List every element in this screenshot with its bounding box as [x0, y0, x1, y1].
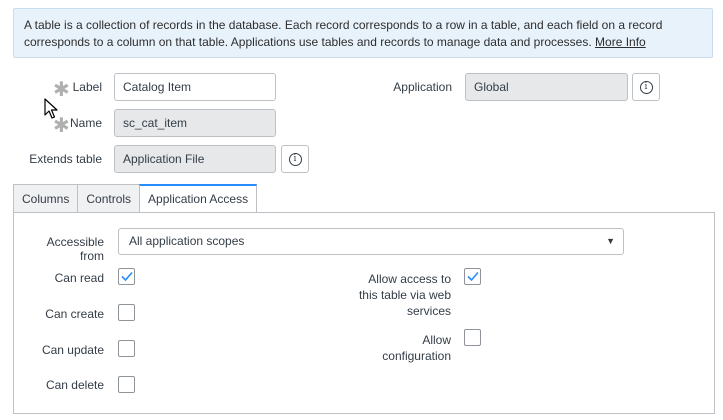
- info-icon: i: [288, 152, 302, 166]
- web-services-label: Allow access to this table via web servi…: [358, 272, 451, 318]
- tab-controls[interactable]: Controls: [77, 184, 140, 213]
- info-text: A table is a collection of records in th…: [24, 18, 663, 49]
- can-read-label: Can read: [54, 271, 104, 285]
- can-delete-checkbox[interactable]: [118, 376, 135, 393]
- table-info-banner: A table is a collection of records in th…: [13, 8, 713, 58]
- configuration-label: Allow configuration: [382, 333, 451, 363]
- accessible-from-label: Accessible from: [46, 235, 104, 263]
- extends-table-info-button[interactable]: i: [281, 145, 309, 173]
- application-info-button[interactable]: i: [632, 73, 660, 101]
- required-asterisk-icon: ✱: [53, 79, 70, 101]
- checkmark-icon: [467, 271, 479, 282]
- checkmark-icon: [121, 271, 133, 282]
- extends-table-input[interactable]: Application File: [114, 145, 276, 173]
- label-field-label: Label: [72, 80, 102, 94]
- can-update-checkbox[interactable]: [118, 340, 135, 357]
- accessible-from-value: All application scopes: [129, 234, 245, 248]
- configuration-checkbox[interactable]: [464, 329, 481, 346]
- name-input: sc_cat_item: [114, 109, 276, 137]
- extends-table-label: Extends table: [29, 152, 102, 166]
- info-icon: i: [639, 80, 653, 94]
- label-input[interactable]: Catalog Item: [114, 73, 276, 101]
- required-asterisk-icon: ✱: [53, 115, 70, 137]
- more-info-link[interactable]: More Info: [595, 35, 646, 49]
- can-create-label: Can create: [45, 307, 104, 321]
- tab-bar: Columns Controls Application Access: [13, 184, 258, 213]
- accessible-from-select[interactable]: All application scopes ▼: [118, 228, 624, 255]
- mouse-cursor-icon: [44, 98, 58, 119]
- tab-application-access[interactable]: Application Access: [139, 184, 258, 213]
- application-input: Global: [465, 73, 628, 101]
- web-services-checkbox[interactable]: [464, 268, 481, 285]
- tab-columns[interactable]: Columns: [13, 184, 78, 213]
- can-update-label: Can update: [41, 343, 104, 357]
- can-create-checkbox[interactable]: [118, 304, 135, 321]
- application-label: Application: [393, 80, 452, 94]
- can-delete-label: Can delete: [45, 378, 104, 392]
- name-field-label: Name: [70, 116, 103, 130]
- dropdown-caret-icon: ▼: [606, 236, 615, 246]
- can-read-checkbox[interactable]: [118, 268, 135, 285]
